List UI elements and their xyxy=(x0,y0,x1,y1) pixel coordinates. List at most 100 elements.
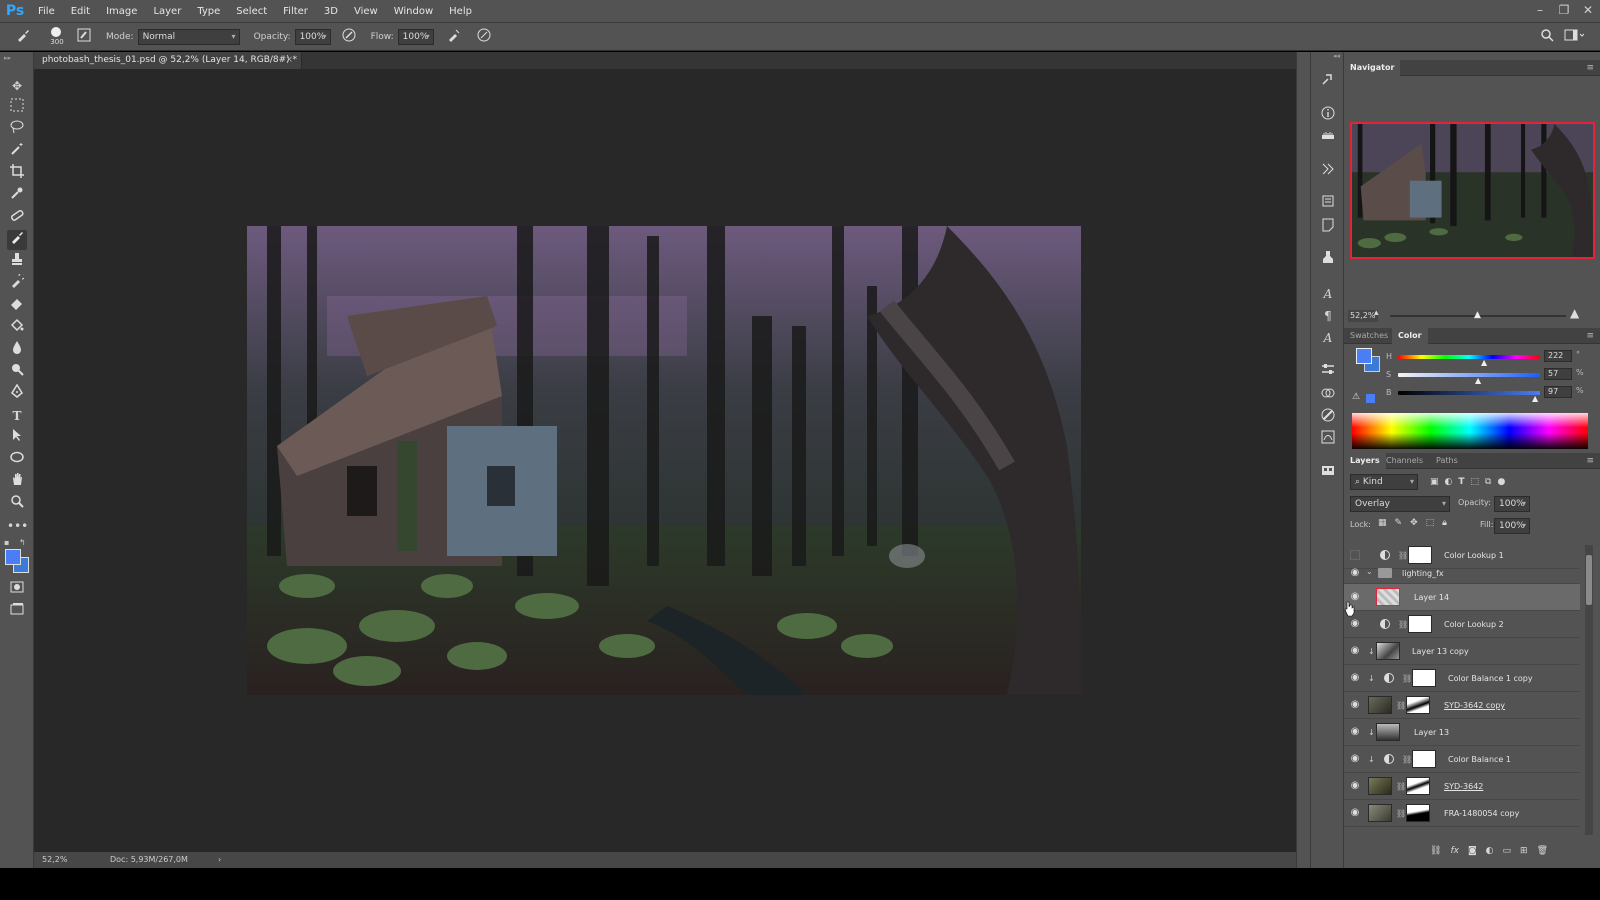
move-tool-icon[interactable]: ✥ xyxy=(7,76,27,96)
panel-collapse-icon[interactable]: ▸▸ xyxy=(4,54,11,62)
menu-filter[interactable]: Filter xyxy=(275,0,316,23)
eyedropper-tool-icon[interactable] xyxy=(7,186,27,206)
lock-transparency-icon[interactable]: ▦ xyxy=(1378,518,1387,528)
properties-panel-icon[interactable] xyxy=(1318,194,1338,214)
layer-mask-thumbnail[interactable] xyxy=(1412,750,1436,768)
menu-window[interactable]: Window xyxy=(386,0,441,23)
layer-filter-select[interactable]: ⌕ Kind ▾ xyxy=(1350,474,1418,490)
panel-menu-icon[interactable]: ≡ xyxy=(1586,453,1594,469)
lock-all-icon[interactable]: 🔒︎ xyxy=(1442,518,1447,528)
default-colors-icon[interactable]: ▪ xyxy=(4,538,9,547)
visibility-toggle-off[interactable] xyxy=(1350,550,1360,560)
healing-brush-tool-icon[interactable] xyxy=(7,208,27,228)
navigator-tab[interactable]: Navigator xyxy=(1344,60,1401,76)
status-arrow-icon[interactable]: › xyxy=(218,852,221,868)
mode-select[interactable]: Normal ▾ xyxy=(137,28,240,45)
brush-tool-preset-icon[interactable] xyxy=(10,27,36,46)
menu-type[interactable]: Type xyxy=(189,0,228,23)
eye-icon[interactable]: ◉ xyxy=(1348,726,1362,738)
channels-tab[interactable]: Channels xyxy=(1380,453,1429,469)
layer-name[interactable]: lighting_fx xyxy=(1402,563,1444,584)
character-panel-icon[interactable]: A xyxy=(1318,284,1338,304)
eye-icon[interactable]: ◉ xyxy=(1348,753,1362,765)
new-adjustment-layer-icon[interactable]: ◐ xyxy=(1486,846,1494,856)
layer-style-icon[interactable]: fx xyxy=(1450,846,1459,856)
character-styles-panel-icon[interactable]: A xyxy=(1318,328,1338,348)
lasso-tool-icon[interactable] xyxy=(7,120,27,140)
layer-name[interactable]: Layer 13 copy xyxy=(1412,638,1469,665)
document-canvas[interactable] xyxy=(247,226,1081,695)
layer-opacity-field[interactable]: 100% ▾ xyxy=(1494,496,1530,512)
type-layer-filter-icon[interactable]: T xyxy=(1458,477,1464,487)
clone-source-panel-icon[interactable] xyxy=(1318,162,1338,182)
menu-select[interactable]: Select xyxy=(228,0,275,23)
layer-row-layer-13[interactable]: ◉ ↓ Layer 13 xyxy=(1344,719,1580,746)
layer-row-color-balance-1-copy[interactable]: ◉ ↓ ⛓ Color Balance 1 copy xyxy=(1344,665,1580,692)
new-group-icon[interactable]: ▭ xyxy=(1503,846,1512,856)
ellipse-tool-icon[interactable] xyxy=(7,450,27,470)
adjustment-layer-filter-icon[interactable]: ◐ xyxy=(1445,477,1453,487)
layer-name[interactable]: Layer 14 xyxy=(1414,584,1449,611)
document-tab[interactable]: photobash_thesis_01.psd @ 52,2% (Layer 1… xyxy=(34,52,302,69)
styles-panel-icon[interactable] xyxy=(1318,408,1338,428)
pen-tool-icon[interactable] xyxy=(7,383,27,404)
layers-scrollbar[interactable] xyxy=(1585,545,1593,835)
link-layers-icon[interactable]: ⛓ xyxy=(1430,846,1441,856)
eye-icon[interactable]: ◉ xyxy=(1348,567,1362,579)
layer-name[interactable]: Color Balance 1 xyxy=(1448,746,1511,773)
layer-thumbnail[interactable] xyxy=(1376,642,1400,660)
layer-row-fra-1480054-copy[interactable]: ◉ ⛓ FRA-1480054 copy xyxy=(1344,800,1580,827)
type-tool-icon[interactable]: T xyxy=(7,406,27,426)
chevron-down-icon[interactable]: ⌄ xyxy=(1366,567,1373,576)
more-tools-icon[interactable]: ••• xyxy=(7,516,28,536)
blend-mode-select[interactable]: Overlay ▾ xyxy=(1350,496,1450,512)
layer-mask-thumbnail[interactable] xyxy=(1412,669,1436,687)
tool-presets-panel-icon[interactable] xyxy=(1318,250,1338,270)
fill-field[interactable]: 100% ▾ xyxy=(1494,518,1530,534)
timeline-panel-icon[interactable] xyxy=(1318,464,1338,484)
close-tab-icon[interactable]: × xyxy=(285,52,293,69)
panel-menu-icon[interactable]: ≡ xyxy=(1586,60,1594,76)
gamut-color-chip[interactable] xyxy=(1366,394,1375,403)
minimize-button[interactable]: – xyxy=(1528,0,1552,23)
layer-thumbnail[interactable] xyxy=(1368,777,1392,795)
flow-field[interactable]: 100% ▾ xyxy=(397,28,434,45)
marquee-tool-icon[interactable] xyxy=(7,98,27,118)
crop-tool-icon[interactable] xyxy=(7,164,27,184)
color-panel-foreground-swatch[interactable] xyxy=(1356,348,1372,364)
layer-group-lighting-fx[interactable]: ◉ ⌄ lighting_fx xyxy=(1344,563,1580,584)
brightness-input[interactable]: 97 xyxy=(1544,386,1572,398)
layer-row-color-balance-1[interactable]: ◉ ↓ ⛓ Color Balance 1 xyxy=(1344,746,1580,773)
eye-icon[interactable]: ◉ xyxy=(1348,645,1362,657)
layer-name[interactable]: Layer 13 xyxy=(1414,719,1449,746)
zoom-out-icon[interactable]: ▴ xyxy=(1374,308,1379,318)
layer-row-layer-14[interactable]: ◉ Layer 14 xyxy=(1344,584,1580,611)
menu-file[interactable]: File xyxy=(30,0,63,23)
status-zoom[interactable]: 52,2% xyxy=(42,852,67,868)
paragraph-panel-icon[interactable]: ¶ xyxy=(1318,306,1338,326)
panel-menu-icon[interactable]: ≡ xyxy=(1586,328,1594,344)
opacity-field[interactable]: 100% ▾ xyxy=(294,28,331,45)
screen-mode-icon[interactable] xyxy=(7,602,27,622)
menu-help[interactable]: Help xyxy=(441,0,480,23)
layer-mask-thumbnail[interactable] xyxy=(1406,777,1430,795)
close-button[interactable]: ✕ xyxy=(1576,0,1600,23)
saturation-slider-handle[interactable]: ▲ xyxy=(1475,376,1481,385)
path-selection-tool-icon[interactable] xyxy=(7,428,27,448)
zoom-in-icon[interactable]: ▲ xyxy=(1570,306,1579,320)
layers-scrollbar-thumb[interactable] xyxy=(1586,555,1592,605)
menu-image[interactable]: Image xyxy=(98,0,145,23)
navigator-zoom-slider-handle[interactable]: ▲ xyxy=(1474,310,1481,320)
layer-row-syd-3642[interactable]: ◉ ⛓ SYD-3642 xyxy=(1344,773,1580,800)
menu-edit[interactable]: Edit xyxy=(63,0,98,23)
layer-row-syd-3642-copy[interactable]: ◉ ⛓ SYD-3642 copy xyxy=(1344,692,1580,719)
dock-collapse-icon[interactable]: ◂◂ xyxy=(1333,52,1340,60)
history-brush-tool-icon[interactable] xyxy=(7,272,27,294)
workspace-switcher-icon[interactable] xyxy=(1562,28,1586,45)
color-tab[interactable]: Color xyxy=(1392,328,1428,344)
info-panel-icon[interactable] xyxy=(1318,106,1338,126)
airbrush-icon[interactable] xyxy=(444,28,464,45)
layer-name[interactable]: SYD-3642 copy xyxy=(1444,692,1505,719)
brush-size-picker[interactable]: 300 xyxy=(44,26,70,48)
saturation-input[interactable]: 57 xyxy=(1544,368,1572,380)
